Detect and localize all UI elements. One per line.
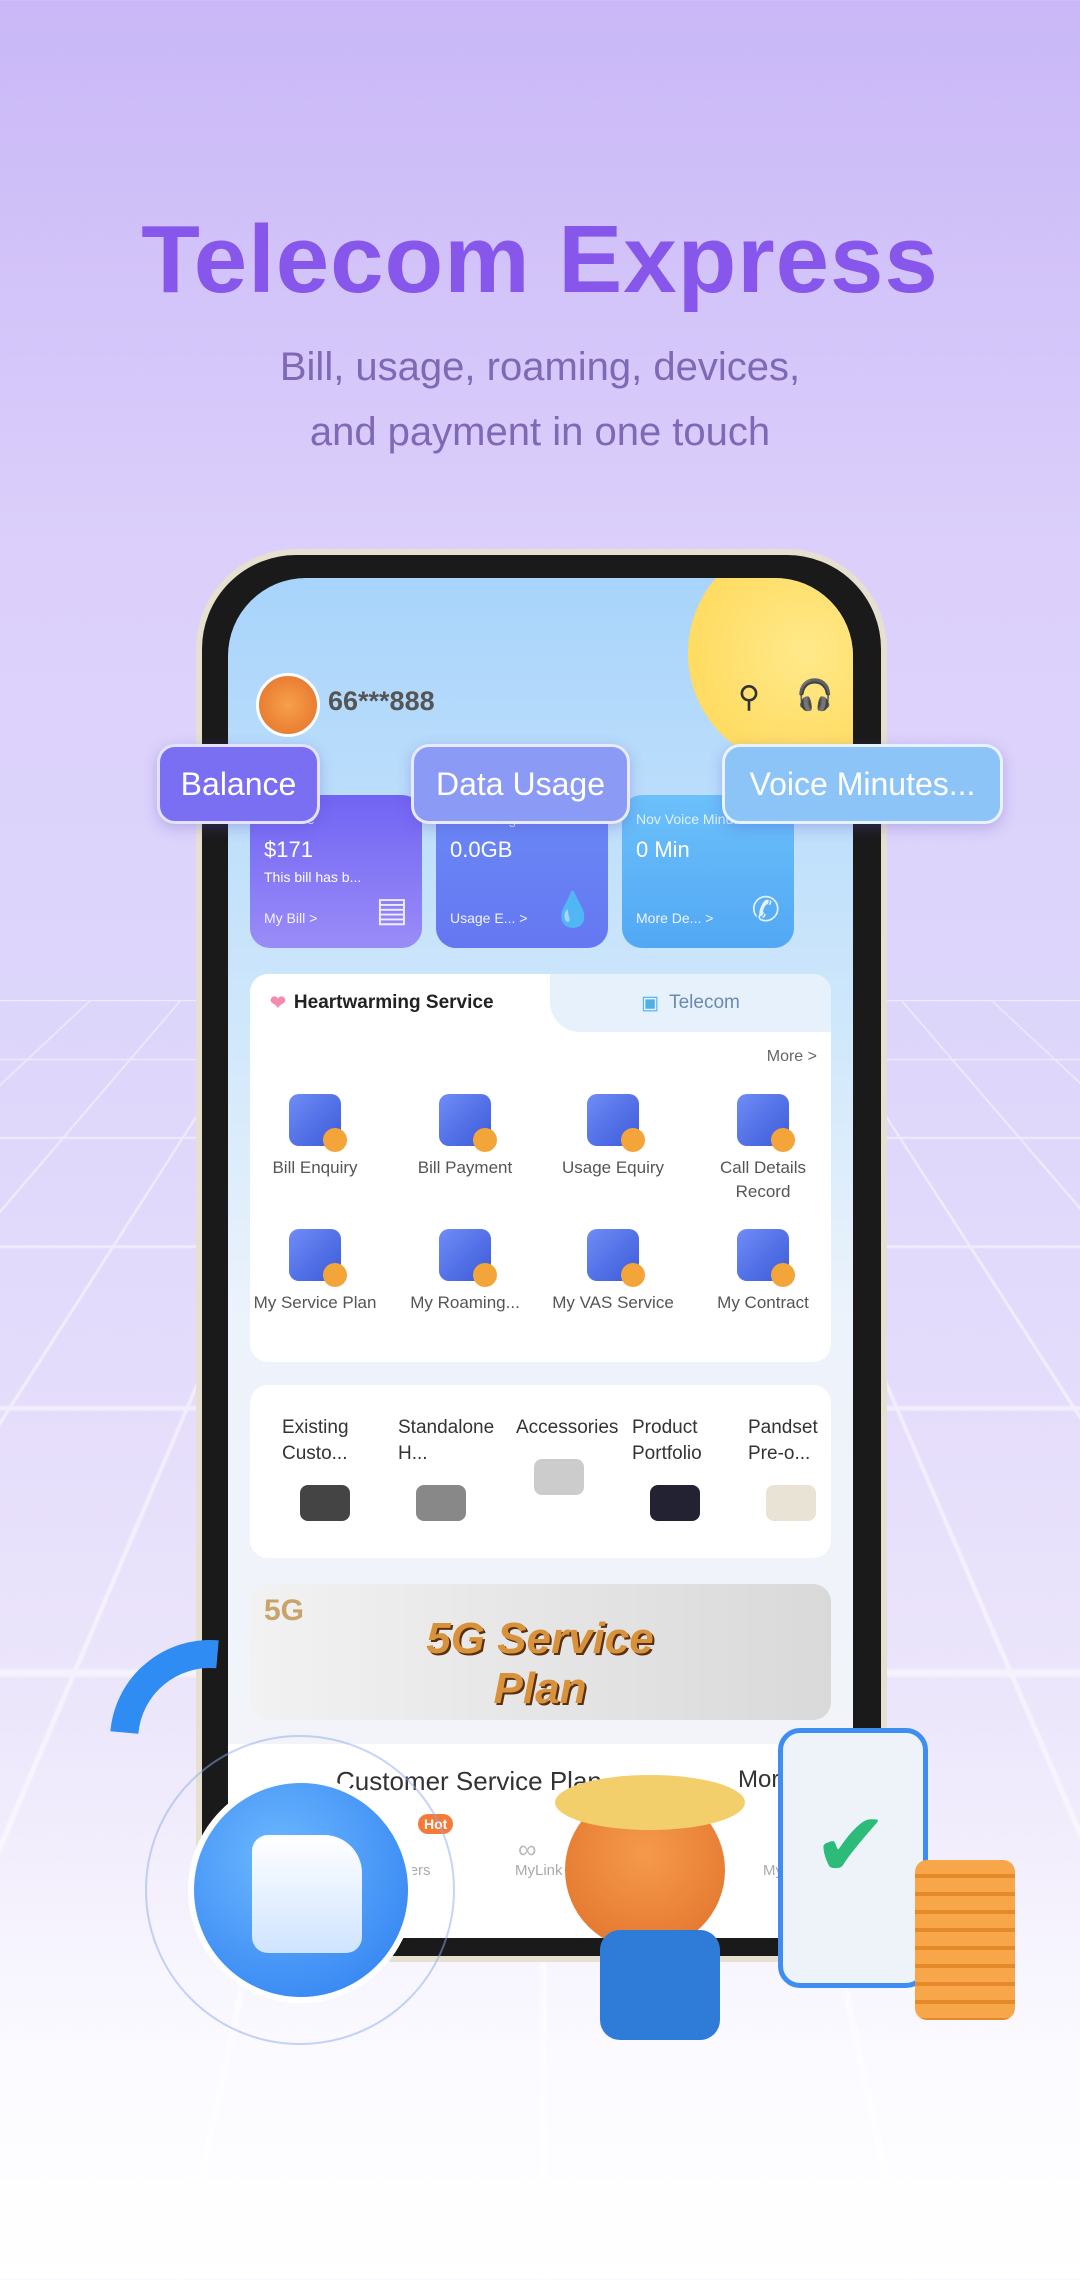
- checkmark-icon: ✔: [813, 1796, 889, 1896]
- product-pandset-preorder[interactable]: Pandset Pre-o...: [748, 1415, 831, 1521]
- voice-value: 0 Min: [636, 837, 690, 862]
- promo-subtitle-2: and payment in one touch: [309, 410, 771, 454]
- balance-value: $171: [264, 837, 313, 862]
- service-bill-enquiry[interactable]: Bill Enquiry: [245, 1094, 385, 1180]
- bill-enquiry-icon: [289, 1094, 347, 1152]
- service-usage-equiry[interactable]: Usage Equiry: [543, 1094, 683, 1180]
- mascot-body: [600, 1930, 720, 2040]
- service-plan-icon: [289, 1229, 347, 1287]
- balance-callout: Balance: [157, 744, 320, 824]
- data-drop-icon: 💧: [551, 891, 594, 929]
- tab-heartwarming-service[interactable]: ❤ Heartwarming Service: [250, 974, 550, 1032]
- product-label: Accessories: [516, 1417, 619, 1438]
- device-image: [766, 1485, 816, 1521]
- contract-icon: [737, 1229, 795, 1287]
- usage-chart-icon: [587, 1094, 645, 1152]
- promo-title: Telecom Express: [141, 206, 939, 313]
- call-record-icon: [737, 1094, 795, 1152]
- tab-telecom[interactable]: ▣ Telecom: [550, 974, 831, 1032]
- tab-label: Telecom: [669, 992, 740, 1013]
- handset-image: [416, 1485, 466, 1521]
- product-label: Pandset Pre-o...: [748, 1417, 818, 1464]
- service-call-details[interactable]: Call Details Record: [693, 1094, 833, 1204]
- service-label: My VAS Service: [552, 1293, 674, 1312]
- phone-number: 66***888: [328, 686, 435, 716]
- bill-icon: ▤: [375, 891, 408, 929]
- product-accessories[interactable]: Accessories: [516, 1415, 626, 1495]
- product-label: Product Portfolio: [632, 1417, 702, 1464]
- my-bill-link[interactable]: My Bill >: [264, 910, 317, 926]
- service-label: Call Details Record: [720, 1158, 806, 1201]
- products-panel: Existing Custo... Standalone H... Access…: [250, 1385, 831, 1558]
- product-label: Standalone H...: [398, 1417, 495, 1464]
- mylink-item[interactable]: MyLink: [515, 1862, 563, 1879]
- service-my-contract[interactable]: My Contract: [693, 1229, 833, 1315]
- heart-icon: ❤: [270, 992, 286, 1014]
- phone-icon: ✆: [751, 891, 781, 929]
- more-details-link[interactable]: More De... >: [636, 910, 713, 926]
- service-label: My Roaming...: [410, 1293, 520, 1312]
- roaming-planet-icon: [439, 1229, 497, 1287]
- headset-icon[interactable]: 🎧: [796, 678, 833, 713]
- telecom-icon: ▣: [641, 992, 660, 1014]
- more-link[interactable]: More >: [767, 1048, 817, 1066]
- search-icon[interactable]: ⚲: [738, 680, 760, 715]
- service-my-vas[interactable]: My VAS Service: [543, 1229, 683, 1315]
- earbuds-image: [650, 1485, 700, 1521]
- sim-card-icon: [188, 1777, 414, 2003]
- voice-minutes-callout: Voice Minutes...: [722, 744, 1003, 824]
- bill-note: This bill has b...: [264, 869, 362, 885]
- product-existing-customer[interactable]: Existing Custo...: [282, 1415, 392, 1521]
- data-usage-callout: Data Usage: [411, 744, 630, 824]
- data-value: 0.0GB: [450, 837, 513, 862]
- service-label: Bill Enquiry: [272, 1158, 358, 1177]
- cable-image: [534, 1459, 584, 1495]
- phone-check-illustration: ✔: [778, 1728, 928, 1988]
- sun-decoration: [688, 578, 853, 768]
- bill-payment-icon: [439, 1094, 497, 1152]
- 5g-badge: 5G: [264, 1594, 305, 1627]
- mascot-hat: [555, 1775, 745, 1830]
- 5g-banner[interactable]: 5G 5G Service Plan: [250, 1584, 831, 1720]
- service-my-service-plan[interactable]: My Service Plan: [245, 1229, 385, 1315]
- product-standalone-handset[interactable]: Standalone H...: [398, 1415, 508, 1521]
- service-my-roaming[interactable]: My Roaming...: [395, 1229, 535, 1315]
- avatar[interactable]: [256, 673, 320, 737]
- service-label: My Service Plan: [253, 1293, 377, 1312]
- service-label: Usage Equiry: [561, 1158, 665, 1177]
- product-portfolio[interactable]: Product Portfolio: [632, 1415, 742, 1521]
- product-label: Existing Custo...: [282, 1417, 349, 1464]
- promo-subtitle-1: Bill, usage, roaming, devices,: [279, 345, 801, 389]
- usage-link[interactable]: Usage E... >: [450, 910, 527, 926]
- phone-image: [300, 1485, 350, 1521]
- tab-label: Heartwarming Service: [293, 992, 494, 1013]
- mylink-icon: ∞: [518, 1834, 537, 1864]
- banner-title: 5G Service Plan: [426, 1614, 654, 1713]
- service-bill-payment[interactable]: Bill Payment: [395, 1094, 535, 1180]
- coin-stack-icon: [915, 1860, 1015, 2020]
- services-panel: ❤ Heartwarming Service ▣ Telecom More > Bi…: [250, 974, 831, 1362]
- service-label: My Contract: [717, 1293, 809, 1312]
- service-label: Bill Payment: [417, 1158, 513, 1177]
- vas-icon: [587, 1229, 645, 1287]
